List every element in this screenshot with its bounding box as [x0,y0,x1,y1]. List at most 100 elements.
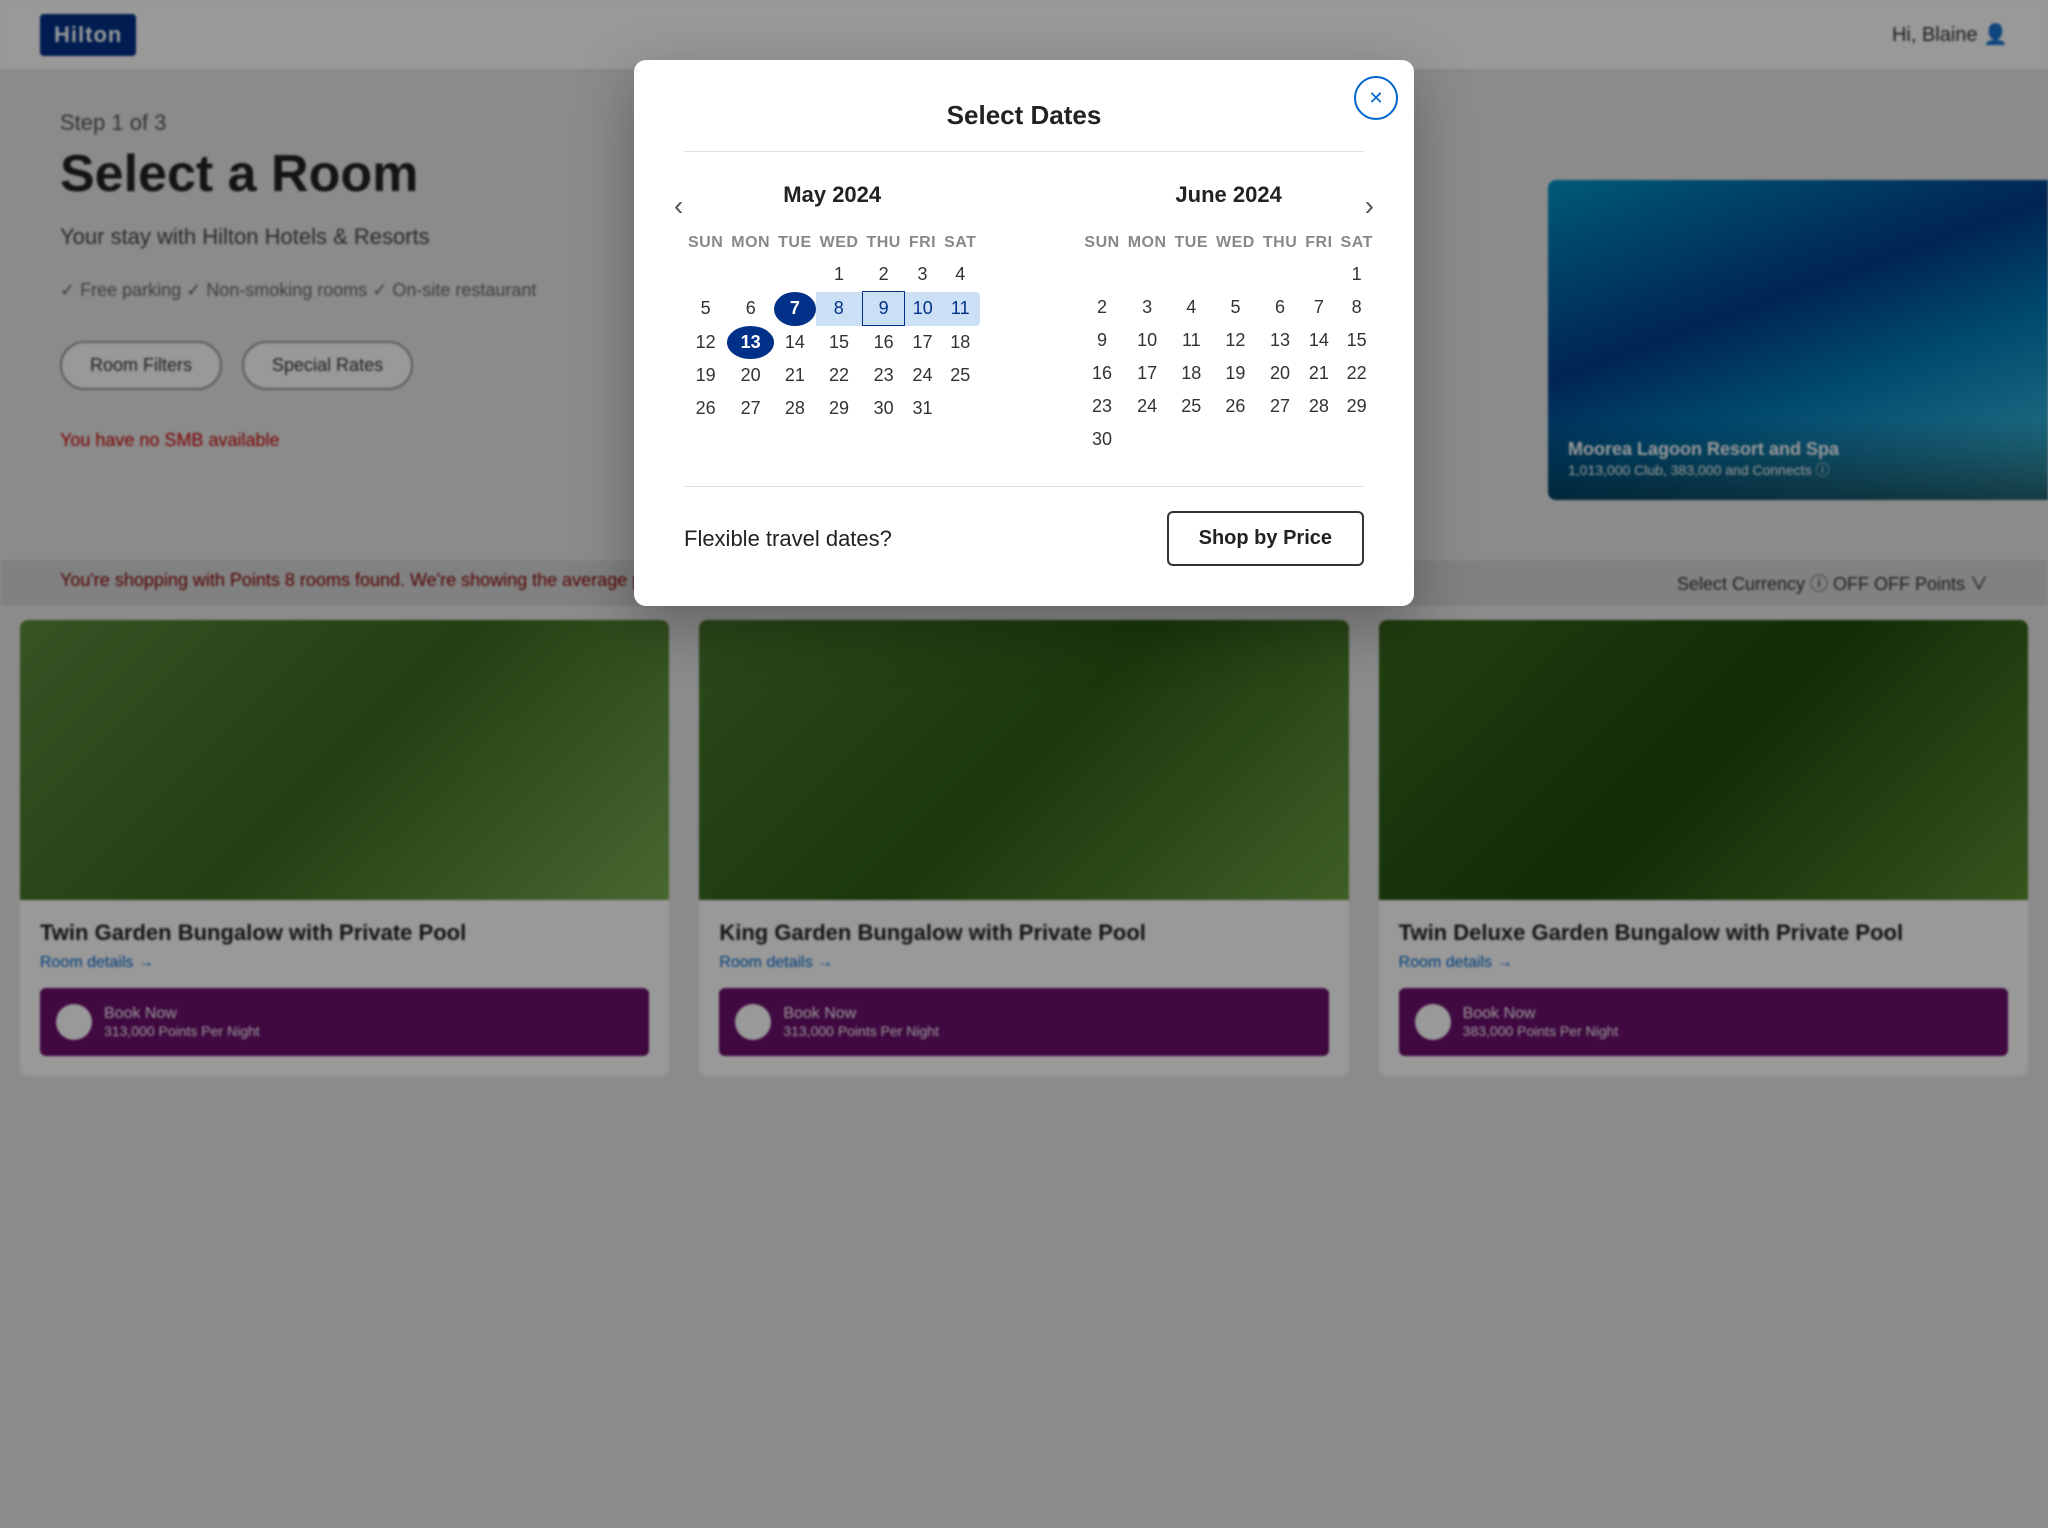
jun-date[interactable]: 12 [1212,324,1259,357]
may-date[interactable]: 2 [862,258,904,292]
jun-day-header-wed: WED [1212,228,1259,258]
jun-date[interactable]: 1 [1337,258,1377,291]
jun-date[interactable]: 18 [1171,357,1213,390]
jun-date [1124,423,1171,456]
jun-date[interactable]: 14 [1301,324,1336,357]
may-date[interactable]: 5 [684,292,727,326]
jun-date[interactable]: 7 [1301,291,1336,324]
jun-date [1259,423,1301,456]
may-date[interactable]: 15 [816,326,863,360]
jun-day-header-sat: SAT [1337,228,1377,258]
may-calendar-title: May 2024 [684,182,980,208]
jun-date[interactable]: 27 [1259,390,1301,423]
modal-overlay: ✕ Select Dates ‹ › May 2024 SUN MON TUE … [0,0,2048,1528]
may-date-13[interactable]: 13 [727,326,774,360]
jun-date[interactable]: 25 [1171,390,1213,423]
may-date[interactable]: 1 [816,258,863,292]
may-day-header-thu: THU [862,228,904,258]
jun-date [1259,258,1301,291]
may-date-7[interactable]: 7 [774,292,816,326]
jun-day-header-mon: MON [1124,228,1171,258]
prev-month-button[interactable]: ‹ [664,190,693,222]
jun-date[interactable]: 20 [1259,357,1301,390]
may-date-9[interactable]: 9 [862,292,904,326]
jun-day-header-thu: THU [1259,228,1301,258]
may-day-header-tue: TUE [774,228,816,258]
may-date[interactable]: 3 [905,258,940,292]
june-calendar: June 2024 SUN MON TUE WED THU FRI SAT [1080,182,1376,456]
jun-date [1212,258,1259,291]
may-date[interactable]: 16 [862,326,904,360]
jun-date[interactable]: 2 [1080,291,1123,324]
modal-close-button[interactable]: ✕ [1354,76,1398,120]
may-date[interactable]: 14 [774,326,816,360]
jun-date [1080,258,1123,291]
may-date [774,258,816,292]
jun-day-header-tue: TUE [1171,228,1213,258]
jun-date[interactable]: 16 [1080,357,1123,390]
jun-date[interactable]: 13 [1259,324,1301,357]
jun-date [1301,423,1336,456]
may-calendar: May 2024 SUN MON TUE WED THU FRI SAT [684,182,980,456]
may-date [727,258,774,292]
may-date[interactable]: 26 [684,392,727,425]
may-date[interactable]: 31 [905,392,940,425]
may-date[interactable]: 17 [905,326,940,360]
may-day-header-sat: SAT [940,228,980,258]
jun-date[interactable]: 19 [1212,357,1259,390]
modal-title: Select Dates [684,100,1364,152]
jun-date [1171,423,1213,456]
jun-date[interactable]: 10 [1124,324,1171,357]
may-date[interactable]: 21 [774,359,816,392]
jun-date[interactable]: 15 [1337,324,1377,357]
may-date[interactable]: 19 [684,359,727,392]
may-day-header-wed: WED [816,228,863,258]
jun-day-header-fri: FRI [1301,228,1336,258]
may-date[interactable]: 22 [816,359,863,392]
june-calendar-title: June 2024 [1080,182,1376,208]
jun-date[interactable]: 28 [1301,390,1336,423]
jun-date[interactable]: 26 [1212,390,1259,423]
close-icon: ✕ [1368,88,1383,109]
jun-date [1337,423,1377,456]
jun-date [1212,423,1259,456]
may-date[interactable]: 29 [816,392,863,425]
jun-date[interactable]: 3 [1124,291,1171,324]
jun-date[interactable]: 30 [1080,423,1123,456]
may-date[interactable]: 20 [727,359,774,392]
jun-date[interactable]: 4 [1171,291,1213,324]
jun-date [1301,258,1336,291]
may-date[interactable]: 12 [684,326,727,360]
may-date[interactable]: 4 [940,258,980,292]
jun-date[interactable]: 21 [1301,357,1336,390]
jun-date[interactable]: 11 [1171,324,1213,357]
may-date[interactable]: 23 [862,359,904,392]
may-date-8[interactable]: 8 [816,292,863,326]
jun-date[interactable]: 6 [1259,291,1301,324]
date-picker-modal: ✕ Select Dates ‹ › May 2024 SUN MON TUE … [634,60,1414,606]
jun-day-header-sun: SUN [1080,228,1123,258]
may-date[interactable]: 24 [905,359,940,392]
may-date[interactable]: 18 [940,326,980,360]
may-date-10[interactable]: 10 [905,292,940,326]
may-date[interactable]: 6 [727,292,774,326]
may-day-header-sun: SUN [684,228,727,258]
jun-date[interactable]: 8 [1337,291,1377,324]
may-date[interactable]: 27 [727,392,774,425]
jun-date[interactable]: 23 [1080,390,1123,423]
may-day-header-fri: FRI [905,228,940,258]
may-date-11[interactable]: 11 [940,292,980,326]
may-date[interactable]: 28 [774,392,816,425]
jun-date[interactable]: 5 [1212,291,1259,324]
may-date[interactable]: 25 [940,359,980,392]
jun-date[interactable]: 24 [1124,390,1171,423]
jun-date[interactable]: 17 [1124,357,1171,390]
jun-date [1171,258,1213,291]
shop-by-price-button[interactable]: Shop by Price [1167,511,1364,566]
next-month-button[interactable]: › [1355,190,1384,222]
jun-date[interactable]: 9 [1080,324,1123,357]
may-date[interactable]: 30 [862,392,904,425]
jun-date[interactable]: 22 [1337,357,1377,390]
jun-date[interactable]: 29 [1337,390,1377,423]
may-date [940,392,980,425]
